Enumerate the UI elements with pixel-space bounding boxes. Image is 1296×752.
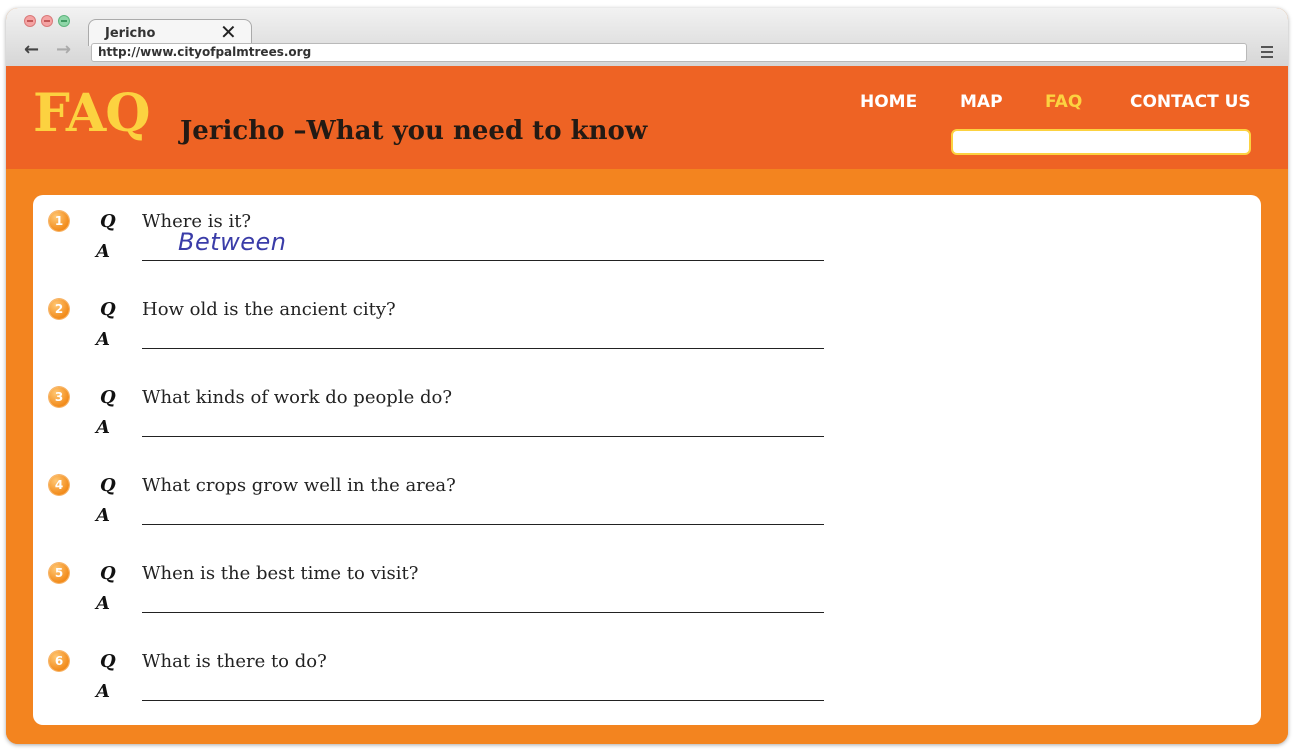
question-label: Q	[100, 651, 116, 672]
number-badge: 6	[49, 651, 69, 671]
answer-line[interactable]	[142, 700, 824, 701]
forward-arrow-icon[interactable]: →	[56, 39, 71, 60]
browser-tab[interactable]: Jericho ✕	[88, 19, 252, 46]
faq-item: 1 Q Where is it? A Between	[33, 211, 933, 291]
number-badge: 2	[49, 299, 69, 319]
number-badge: 5	[49, 563, 69, 583]
close-window-button[interactable]	[24, 15, 36, 27]
question-label: Q	[100, 563, 116, 584]
question-text: How old is the ancient city?	[142, 299, 396, 320]
tab-title: Jericho	[105, 26, 156, 41]
close-tab-icon[interactable]: ✕	[220, 20, 237, 44]
question-label: Q	[100, 387, 116, 408]
question-text: What crops grow well in the area?	[142, 475, 456, 496]
answer-line[interactable]	[142, 612, 824, 613]
minus-icon	[61, 20, 67, 22]
answer-label: A	[96, 417, 110, 438]
answer-line[interactable]	[142, 436, 824, 437]
faq-item: 2 Q How old is the ancient city? A	[33, 299, 933, 379]
answer-line[interactable]	[142, 524, 824, 525]
minus-icon	[27, 20, 33, 22]
faq-item: 6 Q What is there to do? A	[33, 651, 933, 731]
hamburger-menu-icon[interactable]	[1261, 46, 1273, 58]
question-text: When is the best time to visit?	[142, 563, 419, 584]
page-body: 1 Q Where is it? A Between 2 Q How old i…	[6, 169, 1288, 744]
nav-home-link[interactable]: HOME	[860, 92, 917, 112]
answer-label: A	[96, 505, 110, 526]
question-label: Q	[100, 299, 116, 320]
search-input[interactable]	[951, 129, 1251, 155]
back-arrow-icon[interactable]: ←	[24, 39, 39, 60]
answer-label: A	[96, 329, 110, 350]
answer-label: A	[96, 241, 110, 262]
question-label: Q	[100, 211, 116, 232]
page-subtitle: Jericho –What you need to know	[180, 116, 648, 146]
minimize-window-button[interactable]	[41, 15, 53, 27]
site-header: FAQ Jericho –What you need to know HOME …	[6, 66, 1288, 169]
faq-logo: FAQ	[33, 83, 151, 144]
nav-map-link[interactable]: MAP	[960, 92, 1003, 112]
number-badge: 3	[49, 387, 69, 407]
number-badge: 4	[49, 475, 69, 495]
browser-window: Jericho ✕ ← → http://www.cityofpalmtrees…	[6, 8, 1288, 744]
browser-chrome: Jericho ✕ ← → http://www.cityofpalmtrees…	[6, 8, 1288, 67]
number-badge: 1	[49, 211, 69, 231]
nav-contact-link[interactable]: CONTACT US	[1130, 92, 1251, 112]
address-bar[interactable]: http://www.cityofpalmtrees.org	[91, 43, 1247, 62]
answer-label: A	[96, 593, 110, 614]
faq-item: 3 Q What kinds of work do people do? A	[33, 387, 933, 467]
url-text: http://www.cityofpalmtrees.org	[98, 45, 312, 59]
question-text: What kinds of work do people do?	[142, 387, 452, 408]
faq-item: 5 Q When is the best time to visit? A	[33, 563, 933, 643]
minus-icon	[44, 20, 50, 22]
answer-line[interactable]	[142, 348, 824, 349]
nav-faq-link[interactable]: FAQ	[1045, 92, 1082, 112]
maximize-window-button[interactable]	[58, 15, 70, 27]
faq-panel: 1 Q Where is it? A Between 2 Q How old i…	[33, 195, 1261, 725]
question-text: What is there to do?	[142, 651, 327, 672]
answer-handwriting: Between	[178, 228, 287, 256]
question-label: Q	[100, 475, 116, 496]
answer-line[interactable]	[142, 260, 824, 261]
faq-item: 4 Q What crops grow well in the area? A	[33, 475, 933, 555]
answer-label: A	[96, 681, 110, 702]
